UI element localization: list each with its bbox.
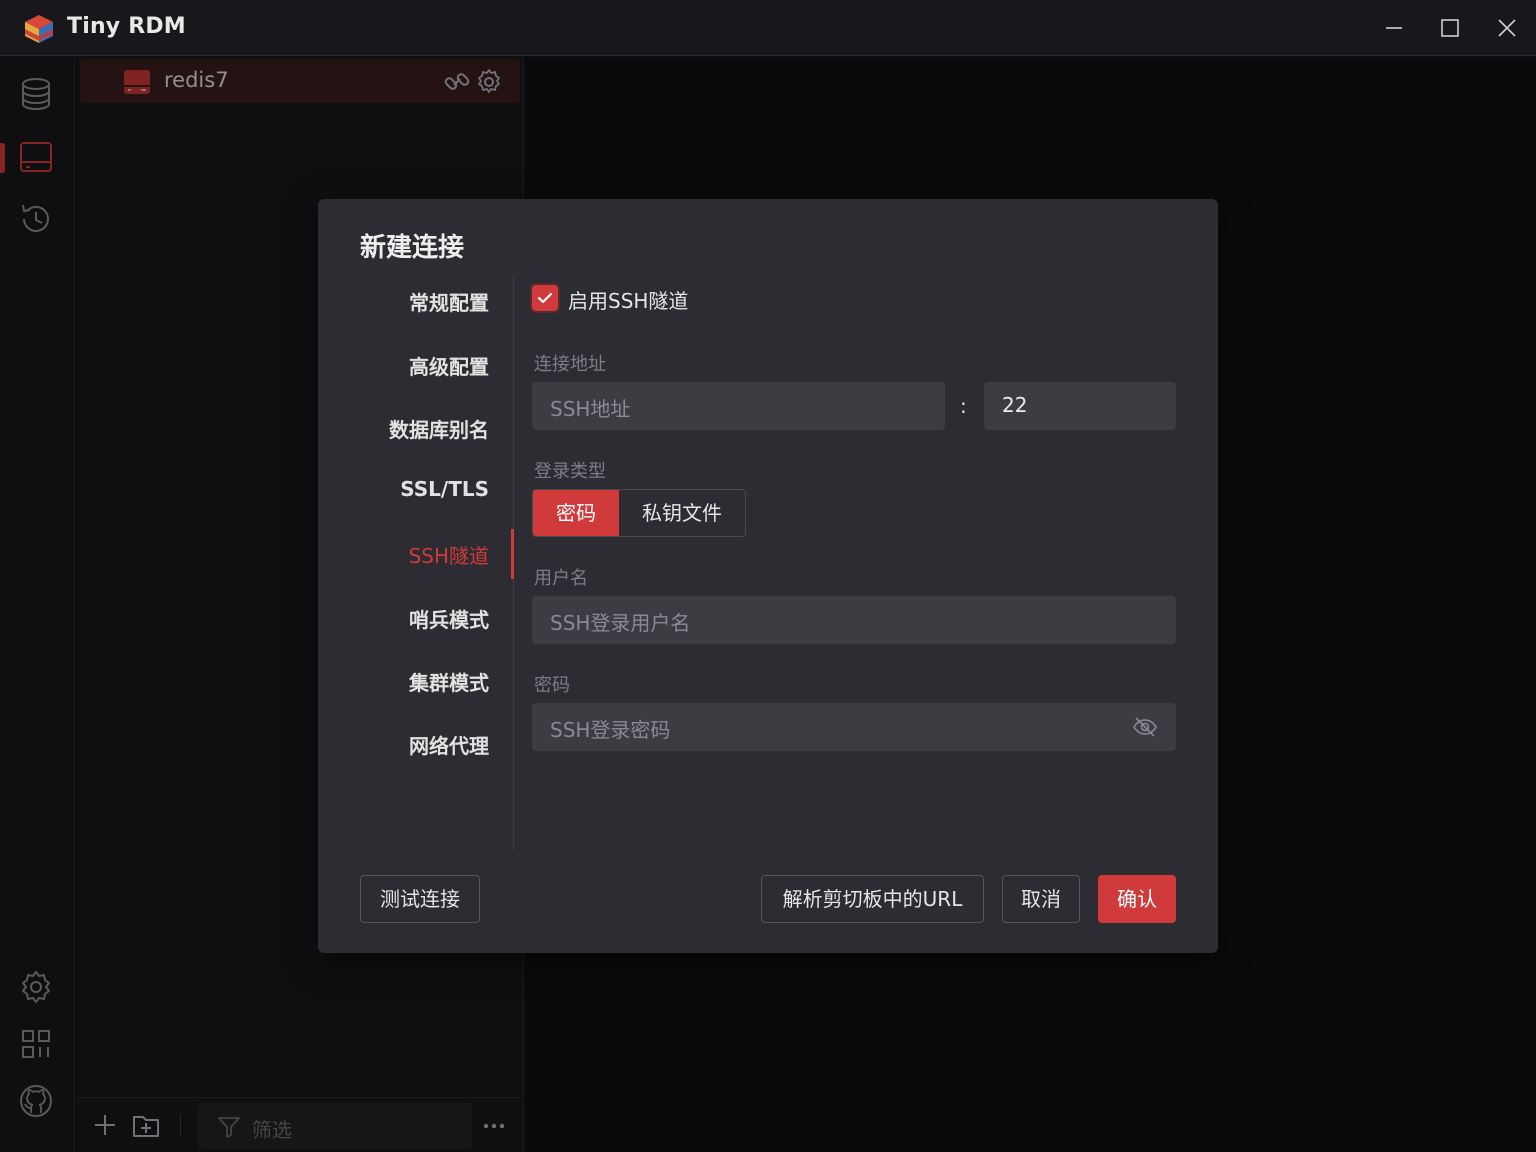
eye-off-icon[interactable] xyxy=(1132,715,1158,739)
dialog-title: 新建连接 xyxy=(360,233,465,263)
tab-ssh-tunnel[interactable]: SSH隧道 xyxy=(409,540,489,569)
ssh-address-placeholder: SSH地址 xyxy=(550,397,631,421)
ssh-username-input[interactable]: SSH登录用户名 xyxy=(532,596,1176,644)
ssh-username-placeholder: SSH登录用户名 xyxy=(550,611,691,635)
title-bar: Tiny RDM xyxy=(0,0,1536,56)
cancel-button[interactable]: 取消 xyxy=(1002,875,1080,923)
ssh-password-input[interactable]: SSH登录密码 xyxy=(532,703,1176,751)
login-type-label: 登录类型 xyxy=(534,461,606,482)
enable-ssh-label[interactable]: 启用SSH隧道 xyxy=(568,285,688,314)
new-connection-dialog: 新建连接 常规配置 高级配置 数据库别名 SSL/TLS SSH隧道 哨兵模式 … xyxy=(318,199,1218,953)
tab-advanced[interactable]: 高级配置 xyxy=(409,351,489,380)
app-logo-icon xyxy=(25,15,53,43)
enable-ssh-checkbox[interactable] xyxy=(532,285,558,311)
app-title: Tiny RDM xyxy=(67,14,186,39)
confirm-button[interactable]: 确认 xyxy=(1098,875,1176,923)
password-label: 密码 xyxy=(534,675,570,696)
ssh-address-input[interactable]: SSH地址 xyxy=(532,382,945,430)
login-type-private-key[interactable]: 私钥文件 xyxy=(619,490,745,536)
tab-ssl-tls[interactable]: SSL/TLS xyxy=(400,477,489,501)
tab-general[interactable]: 常规配置 xyxy=(409,287,489,316)
address-port-separator: : xyxy=(960,394,967,418)
maximize-icon[interactable] xyxy=(1430,10,1470,46)
check-icon xyxy=(537,292,553,304)
username-label: 用户名 xyxy=(534,568,588,589)
test-connection-button[interactable]: 测试连接 xyxy=(360,875,480,923)
tab-sentinel[interactable]: 哨兵模式 xyxy=(409,604,489,633)
dialog-tabs: 常规配置 高级配置 数据库别名 SSL/TLS SSH隧道 哨兵模式 集群模式 … xyxy=(318,275,514,851)
login-type-password[interactable]: 密码 xyxy=(533,490,619,536)
tab-db-alias[interactable]: 数据库别名 xyxy=(389,414,489,443)
ssh-password-placeholder: SSH登录密码 xyxy=(550,718,671,742)
ssh-form: 启用SSH隧道 连接地址 SSH地址 : 22 登录类型 密码 私钥文件 用户名… xyxy=(532,275,1192,851)
ssh-port-input[interactable]: 22 xyxy=(984,382,1176,430)
close-icon[interactable] xyxy=(1487,10,1527,46)
parse-url-button[interactable]: 解析剪切板中的URL xyxy=(761,875,984,923)
tab-cluster[interactable]: 集群模式 xyxy=(409,667,489,696)
ssh-port-value: 22 xyxy=(1002,393,1028,417)
tab-active-indicator xyxy=(511,529,514,579)
tab-proxy[interactable]: 网络代理 xyxy=(409,730,489,759)
address-label: 连接地址 xyxy=(534,354,606,375)
login-type-selector: 密码 私钥文件 xyxy=(532,489,746,537)
minimize-icon[interactable] xyxy=(1374,10,1414,46)
